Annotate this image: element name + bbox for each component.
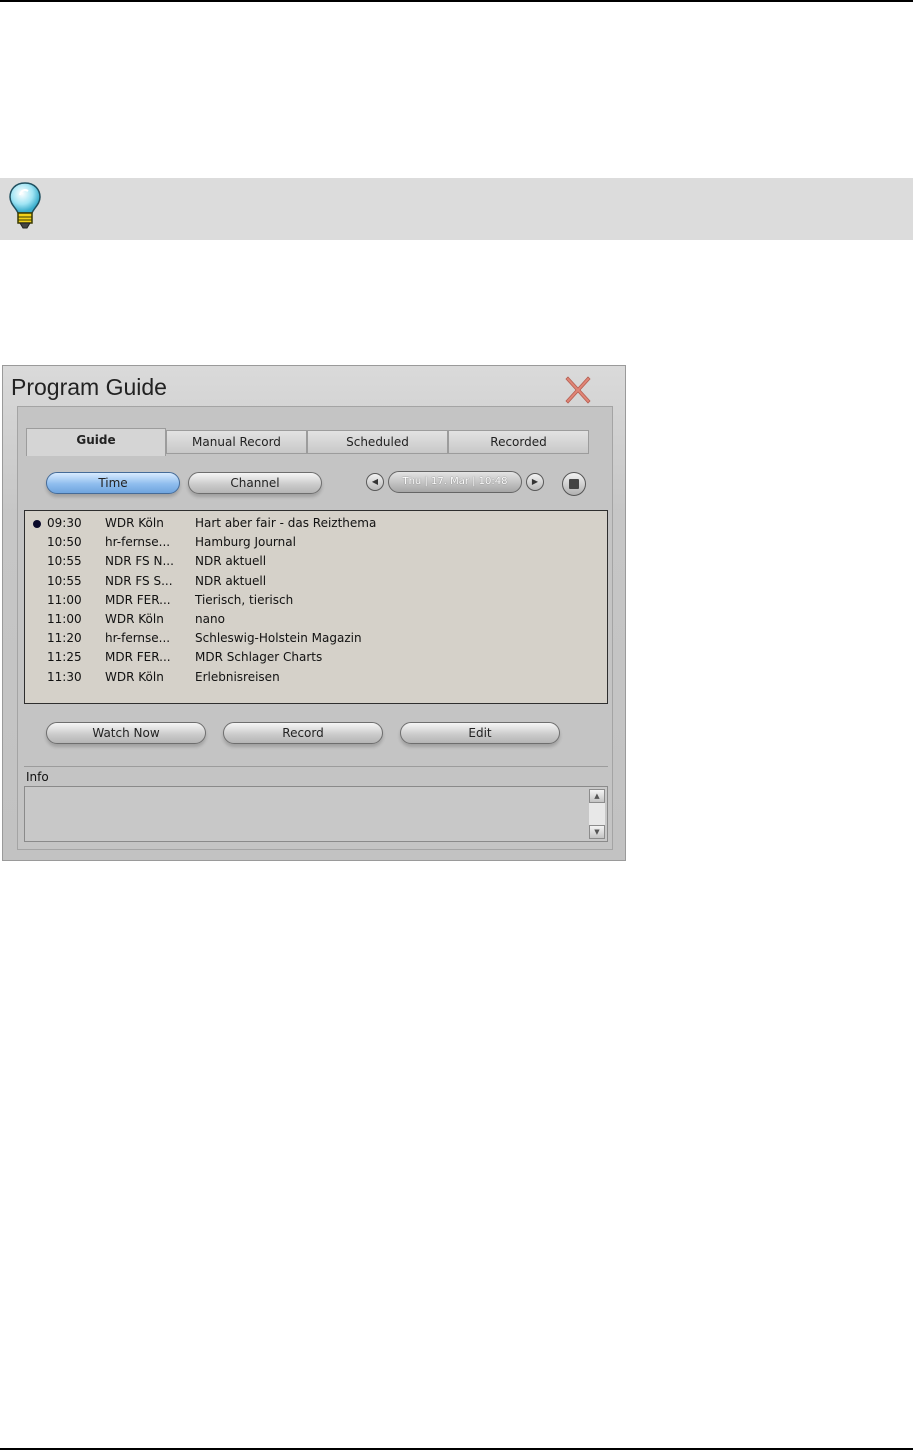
info-scrollbar[interactable]: ▲ ▼ bbox=[589, 789, 605, 839]
program-time: 11:00 bbox=[47, 592, 82, 607]
program-title: MDR Schlager Charts bbox=[195, 650, 323, 665]
program-row[interactable]: 11:20 hr-fernse... Schleswig-Holstein Maga… bbox=[25, 629, 605, 648]
program-channel: WDR Köln bbox=[105, 516, 164, 530]
program-row[interactable]: 11:00 WDR Köln nano bbox=[25, 610, 605, 629]
tab-recorded[interactable]: Recorded bbox=[448, 430, 589, 454]
program-row[interactable]: 11:25 MDR FER... MDR Schlager Charts bbox=[25, 648, 605, 667]
program-row[interactable]: 10:55 NDR FS S... NDR aktuell bbox=[25, 572, 605, 591]
program-title: Tierisch, tierisch bbox=[195, 592, 294, 607]
page-top-rule bbox=[0, 0, 913, 2]
program-title: NDR aktuell bbox=[195, 554, 267, 569]
scroll-down-icon[interactable]: ▼ bbox=[589, 825, 605, 839]
info-label: Info bbox=[26, 770, 49, 784]
program-time: 11:25 bbox=[47, 650, 82, 665]
lightbulb-icon bbox=[9, 182, 41, 229]
program-time: 10:55 bbox=[47, 554, 82, 569]
program-channel: NDR FS N... bbox=[105, 554, 174, 569]
program-list[interactable]: 09:30 WDR Köln Hart aber fair - das Reizth… bbox=[24, 510, 608, 704]
sort-by-time-button[interactable]: Time bbox=[46, 472, 180, 494]
program-title: NDR aktuell bbox=[195, 573, 267, 588]
scroll-up-icon[interactable]: ▲ bbox=[589, 789, 605, 803]
watch-now-button[interactable]: Watch Now bbox=[46, 722, 206, 744]
program-row[interactable]: 10:50 hr-fernse... Hamburg Journal bbox=[25, 533, 605, 552]
program-time: 10:50 bbox=[47, 535, 82, 550]
program-title: Schleswig-Holstein Magazin bbox=[195, 631, 362, 646]
program-channel: MDR FER... bbox=[105, 592, 171, 607]
program-title: Hamburg Journal bbox=[195, 535, 296, 550]
program-channel: WDR Köln bbox=[105, 669, 164, 684]
right-arrow-icon[interactable]: ▶ bbox=[526, 473, 544, 491]
program-time: 09:30 bbox=[47, 516, 82, 530]
program-row[interactable]: 11:00 MDR FER... Tierisch, tierisch bbox=[25, 591, 605, 610]
program-time: 11:00 bbox=[47, 612, 82, 626]
info-text-area[interactable]: ▲ ▼ bbox=[24, 786, 608, 842]
left-arrow-icon[interactable]: ◀ bbox=[366, 473, 384, 491]
tab-guide[interactable]: Guide bbox=[26, 428, 166, 456]
tip-bar bbox=[0, 178, 913, 240]
program-row[interactable]: 09:30 WDR Köln Hart aber fair - das Reizth… bbox=[25, 514, 605, 533]
program-time: 11:20 bbox=[47, 631, 82, 646]
program-row[interactable]: 11:30 WDR Köln Erlebnisreisen bbox=[25, 668, 605, 687]
calendar-icon[interactable] bbox=[562, 472, 586, 496]
program-channel: MDR FER... bbox=[105, 650, 171, 665]
program-title: Hart aber fair - das Reizthema bbox=[195, 516, 377, 530]
program-channel: hr-fernse... bbox=[105, 535, 171, 550]
date-navigator: ◀ Thu | 17. Mar | 10:48 ▶ bbox=[366, 471, 546, 493]
tab-scheduled[interactable]: Scheduled bbox=[307, 430, 448, 454]
sort-by-channel-button[interactable]: Channel bbox=[188, 472, 322, 494]
info-divider bbox=[24, 766, 608, 767]
edit-button[interactable]: Edit bbox=[400, 722, 560, 744]
program-title: Erlebnisreisen bbox=[195, 669, 280, 684]
tab-manual-record[interactable]: Manual Record bbox=[166, 430, 307, 454]
program-time: 10:55 bbox=[47, 573, 82, 588]
program-row[interactable]: 10:55 NDR FS N... NDR aktuell bbox=[25, 552, 605, 571]
program-time: 11:30 bbox=[47, 669, 82, 684]
record-button[interactable]: Record bbox=[223, 722, 383, 744]
current-program-dot-icon bbox=[33, 520, 41, 528]
program-title: nano bbox=[195, 612, 225, 626]
program-channel: NDR FS S... bbox=[105, 573, 173, 588]
program-channel: hr-fernse... bbox=[105, 631, 171, 646]
page-bottom-rule bbox=[0, 1448, 913, 1450]
program-channel: WDR Köln bbox=[105, 612, 164, 626]
date-display: Thu | 17. Mar | 10:48 bbox=[388, 471, 522, 493]
